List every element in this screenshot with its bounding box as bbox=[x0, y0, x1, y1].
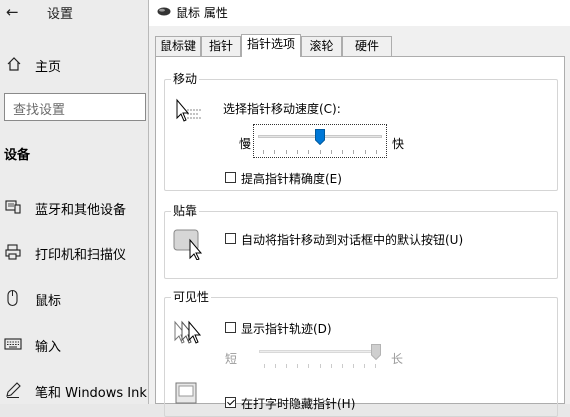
speed-slider[interactable] bbox=[253, 124, 387, 158]
snap-checkbox[interactable] bbox=[225, 233, 236, 244]
mouse-icon bbox=[157, 7, 171, 16]
slider-tick bbox=[264, 364, 265, 368]
fast-label: 快 bbox=[392, 137, 405, 151]
hide-while-typing-checkbox[interactable] bbox=[225, 397, 236, 408]
sidebar-item-printers[interactable]: 打印机和扫描仪 bbox=[4, 242, 148, 264]
section-title: 设备 bbox=[4, 148, 31, 163]
sidebar-item-pen[interactable]: 笔和 Windows Ink bbox=[4, 380, 148, 402]
speed-slider-ticks bbox=[263, 150, 377, 154]
home-label: 主页 bbox=[35, 60, 62, 75]
tab-hardware[interactable]: 硬件 bbox=[342, 36, 392, 56]
pointer-speed-icon bbox=[176, 98, 201, 122]
trails-slider-thumb[interactable] bbox=[371, 344, 381, 360]
slider-tick bbox=[331, 150, 332, 154]
sidebar-item-mouse[interactable]: 鼠标 bbox=[4, 288, 148, 310]
settings-title: 设置 bbox=[47, 7, 74, 22]
pen-icon bbox=[6, 382, 21, 398]
slider-tick bbox=[353, 150, 354, 154]
snap-to-icon bbox=[173, 229, 203, 260]
printer-icon bbox=[5, 244, 21, 260]
snap-group-label: 贴靠 bbox=[171, 204, 200, 218]
mouse-icon bbox=[7, 289, 18, 307]
trails-slider[interactable] bbox=[257, 344, 383, 372]
home-icon bbox=[7, 57, 21, 71]
slider-tick bbox=[376, 150, 377, 154]
slider-tick bbox=[331, 364, 332, 368]
sidebar-item-label: 输入 bbox=[35, 340, 62, 355]
snap-label: 自动将指针移动到对话框中的默认按钮(U) bbox=[241, 233, 464, 247]
settings-search-input[interactable]: 查找设置 bbox=[4, 93, 146, 121]
bluetooth-devices-icon bbox=[5, 200, 21, 214]
short-label: 短 bbox=[225, 352, 238, 366]
visibility-group-label: 可见性 bbox=[171, 290, 212, 304]
visibility-group: 可见性 显示指针轨迹(D) 短 长 在打字时隐藏指针(H) bbox=[164, 290, 558, 417]
tab-buttons[interactable]: 鼠标键 bbox=[155, 36, 201, 56]
dialog-titlebar[interactable]: 鼠标 属性 bbox=[149, 0, 570, 26]
slider-tick bbox=[320, 150, 321, 154]
pointer-trails-icon bbox=[174, 320, 202, 344]
nav-home[interactable]: 主页 bbox=[6, 55, 61, 75]
slow-label: 慢 bbox=[239, 137, 252, 151]
pointer-options-page: 移动 选择指针移动速度(C): 慢 快 提高指针精确度(E) 贴靠 自动将指针移… bbox=[155, 56, 565, 417]
slider-tick bbox=[364, 364, 365, 368]
slider-tick bbox=[286, 150, 287, 154]
sidebar-item-typing[interactable]: 输入 bbox=[4, 334, 148, 356]
slider-tick bbox=[297, 364, 298, 368]
slider-tick bbox=[342, 150, 343, 154]
slider-tick bbox=[263, 150, 264, 154]
slider-tick bbox=[297, 150, 298, 154]
trails-label: 显示指针轨迹(D) bbox=[241, 322, 332, 336]
sidebar-item-label: 笔和 Windows Ink bbox=[35, 386, 147, 401]
slider-tick bbox=[320, 364, 321, 368]
slider-tick bbox=[275, 364, 276, 368]
motion-group-label: 移动 bbox=[171, 72, 200, 86]
speed-slider-thumb[interactable] bbox=[315, 129, 325, 145]
keyboard-icon bbox=[4, 338, 22, 350]
speed-label: 选择指针移动速度(C): bbox=[223, 102, 341, 116]
snap-group: 贴靠 自动将指针移动到对话框中的默认按钮(U) bbox=[164, 204, 558, 279]
tab-pointers[interactable]: 指针 bbox=[201, 36, 241, 56]
search-placeholder: 查找设置 bbox=[13, 103, 66, 118]
tab-wheel[interactable]: 滚轮 bbox=[301, 36, 342, 56]
sidebar-item-bluetooth[interactable]: 蓝牙和其他设备 bbox=[4, 197, 148, 219]
precision-label: 提高指针精确度(E) bbox=[241, 172, 342, 186]
motion-group: 移动 选择指针移动速度(C): 慢 快 提高指针精确度(E) bbox=[164, 72, 558, 191]
dialog-title: 鼠标 属性 bbox=[176, 6, 228, 20]
mouse-properties-dialog: 鼠标 属性 鼠标键 指针 指针选项 滚轮 硬件 移动 选择指针移动速度(C): … bbox=[148, 0, 570, 417]
slider-tick bbox=[353, 364, 354, 368]
slider-tick bbox=[308, 364, 309, 368]
tab-pointer-options[interactable]: 指针选项 bbox=[241, 34, 301, 57]
hide-pointer-icon bbox=[175, 382, 197, 404]
slider-tick bbox=[274, 150, 275, 154]
sidebar-item-label: 打印机和扫描仪 bbox=[35, 248, 127, 263]
slider-tick bbox=[365, 150, 366, 154]
slider-tick bbox=[342, 364, 343, 368]
slider-tick bbox=[375, 364, 376, 368]
sidebar-item-label: 鼠标 bbox=[35, 294, 62, 309]
back-arrow-icon[interactable]: ← bbox=[6, 3, 19, 21]
long-label: 长 bbox=[391, 352, 404, 366]
precision-checkbox[interactable] bbox=[225, 172, 236, 183]
settings-window: ← 设置 主页 查找设置 设备 蓝牙和其他设备 打印机和扫描仪 鼠标 输入 笔和… bbox=[0, 0, 148, 404]
sidebar-item-label: 蓝牙和其他设备 bbox=[35, 203, 127, 218]
trails-slider-ticks bbox=[264, 364, 376, 368]
slider-tick bbox=[308, 150, 309, 154]
slider-tick bbox=[286, 364, 287, 368]
trails-checkbox[interactable] bbox=[225, 322, 236, 333]
trails-slider-track bbox=[259, 350, 381, 353]
